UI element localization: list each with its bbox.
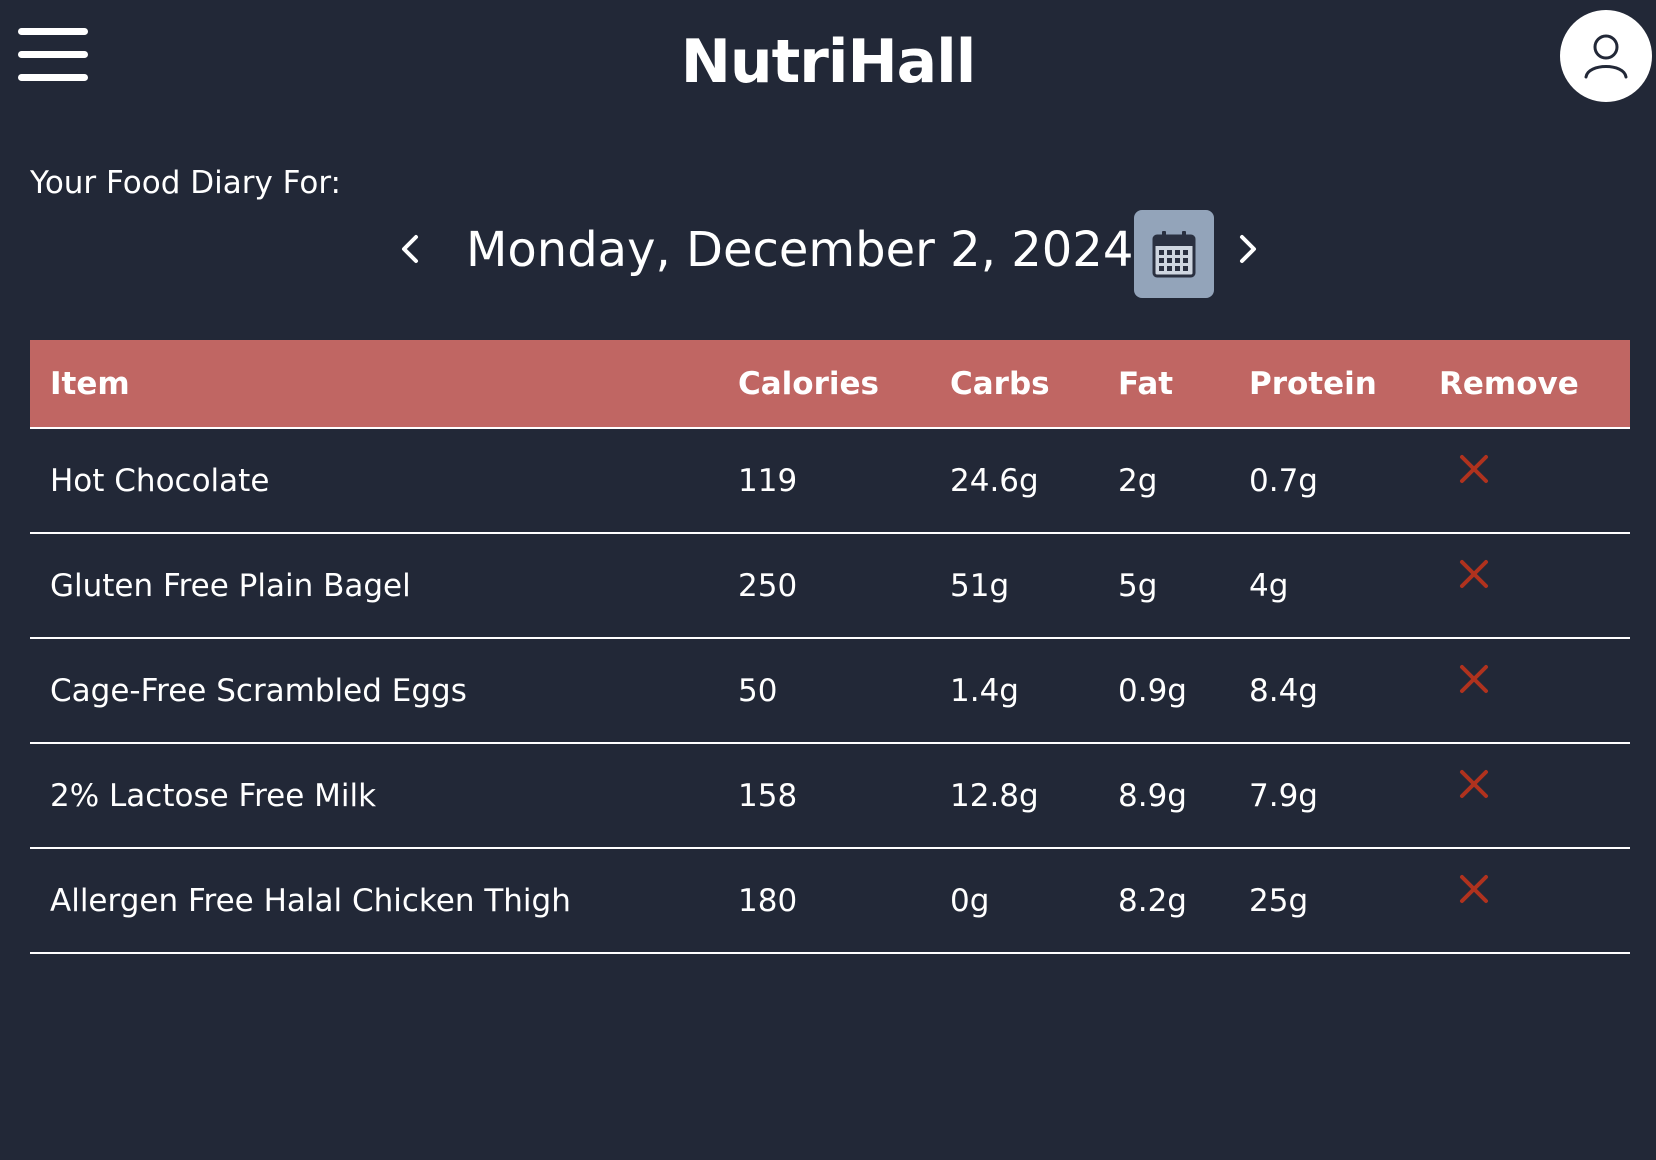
- chevron-right-icon: [1240, 235, 1256, 263]
- close-icon: [1460, 559, 1488, 588]
- item-calories: 50: [738, 638, 950, 744]
- close-icon: [1460, 769, 1488, 798]
- item-name: 2% Lactose Free Milk: [30, 743, 738, 849]
- remove-button[interactable]: [1459, 454, 1489, 484]
- item-protein: 25g: [1249, 848, 1439, 954]
- item-calories: 250: [738, 533, 950, 639]
- app-header: NutriHall: [0, 0, 1656, 120]
- column-header-remove: Remove: [1439, 340, 1630, 429]
- date-navigator: Monday, December 2, 2024: [0, 205, 1656, 300]
- item-name: Cage-Free Scrambled Eggs: [30, 638, 738, 744]
- remove-cell: [1439, 743, 1630, 849]
- item-name: Gluten Free Plain Bagel: [30, 533, 738, 639]
- remove-cell: [1439, 848, 1630, 954]
- item-fat: 8.9g: [1118, 743, 1249, 849]
- item-name: Hot Chocolate: [30, 428, 738, 534]
- user-icon: [1584, 34, 1628, 79]
- item-calories: 180: [738, 848, 950, 954]
- item-protein: 8.4g: [1249, 638, 1439, 744]
- item-carbs: 12.8g: [950, 743, 1118, 849]
- table-row: Allergen Free Halal Chicken Thigh 180 0g…: [30, 848, 1630, 954]
- column-header-protein: Protein: [1249, 340, 1439, 429]
- next-day-button[interactable]: [1232, 229, 1262, 269]
- column-header-item: Item: [30, 340, 738, 429]
- table-row: 2% Lactose Free Milk 158 12.8g 8.9g 7.9g: [30, 743, 1630, 849]
- remove-cell: [1439, 533, 1630, 639]
- current-date: Monday, December 2, 2024: [466, 222, 1134, 278]
- item-carbs: 24.6g: [950, 428, 1118, 534]
- calendar-icon: [1152, 231, 1196, 278]
- item-fat: 8.2g: [1118, 848, 1249, 954]
- app-title: NutriHall: [680, 27, 977, 97]
- column-header-calories: Calories: [738, 340, 950, 429]
- remove-button[interactable]: [1459, 769, 1489, 799]
- item-carbs: 0g: [950, 848, 1118, 954]
- table-row: Gluten Free Plain Bagel 250 51g 5g 4g: [30, 533, 1630, 639]
- column-header-carbs: Carbs: [950, 340, 1118, 429]
- table-row: Hot Chocolate 119 24.6g 2g 0.7g: [30, 428, 1630, 534]
- close-icon: [1460, 454, 1488, 483]
- item-calories: 119: [738, 428, 950, 534]
- item-fat: 5g: [1118, 533, 1249, 639]
- diary-label: Your Food Diary For:: [30, 165, 341, 201]
- item-protein: 7.9g: [1249, 743, 1439, 849]
- item-carbs: 1.4g: [950, 638, 1118, 744]
- close-icon: [1460, 874, 1488, 903]
- chevron-left-icon: [402, 235, 418, 263]
- item-name: Allergen Free Halal Chicken Thigh: [30, 848, 738, 954]
- table-header-row: Item Calories Carbs Fat Protein Remove: [30, 340, 1630, 429]
- item-fat: 2g: [1118, 428, 1249, 534]
- profile-button[interactable]: [1560, 10, 1652, 102]
- item-fat: 0.9g: [1118, 638, 1249, 744]
- item-protein: 0.7g: [1249, 428, 1439, 534]
- column-header-fat: Fat: [1118, 340, 1249, 429]
- calendar-button[interactable]: [1134, 210, 1214, 298]
- close-icon: [1460, 664, 1488, 693]
- table-row: Cage-Free Scrambled Eggs 50 1.4g 0.9g 8.…: [30, 638, 1630, 744]
- remove-button[interactable]: [1459, 559, 1489, 589]
- remove-cell: [1439, 638, 1630, 744]
- item-calories: 158: [738, 743, 950, 849]
- remove-button[interactable]: [1459, 664, 1489, 694]
- item-protein: 4g: [1249, 533, 1439, 639]
- remove-cell: [1439, 428, 1630, 534]
- remove-button[interactable]: [1459, 874, 1489, 904]
- prev-day-button[interactable]: [396, 229, 426, 269]
- item-carbs: 51g: [950, 533, 1118, 639]
- food-diary-table: Item Calories Carbs Fat Protein Remove H…: [30, 340, 1630, 954]
